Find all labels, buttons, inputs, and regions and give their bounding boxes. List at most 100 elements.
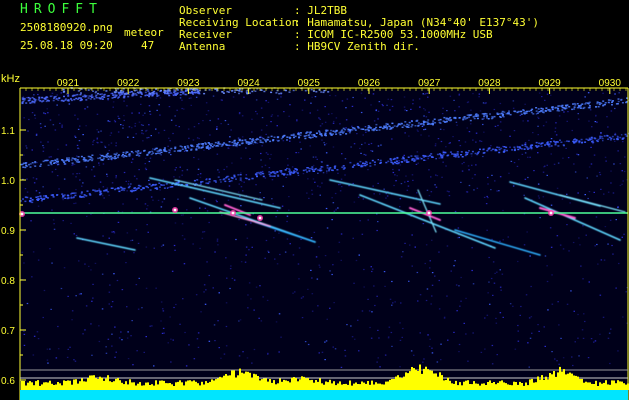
noise-dot [256,142,259,144]
noise-dot [102,163,105,165]
ridge-dot [514,148,516,150]
meter-bar [585,381,587,390]
ridge-dot [348,131,351,134]
ridge-dot [406,126,409,128]
ridge-dot [210,145,212,147]
noise-dot [193,126,196,128]
noise-dot [493,282,496,284]
meter-bar [557,372,559,390]
noise-dot [304,99,306,101]
noise-dot [438,251,440,253]
noise-dot [325,143,328,145]
noise-dot [144,112,146,114]
noise-dot [24,230,26,232]
noise-dot [448,195,451,197]
noise-dot [621,170,623,172]
ridge-dot [47,164,50,166]
noise-dot [199,247,201,249]
ridge-dot [373,128,376,130]
ridge-dot [135,94,138,96]
noise-dot [518,182,521,184]
noise-dot [131,211,133,213]
ridge-dot [588,105,591,107]
noise-dot [468,169,470,171]
ridge-dot [537,108,540,110]
noise-dot [587,92,590,94]
meter-bar [301,376,303,390]
ridge-dot [104,155,107,158]
meter-cyan-base [20,390,628,400]
noise-dot [599,294,602,296]
ridge-dot [544,144,546,146]
ridge-dot [583,106,586,109]
noise-dot [594,340,597,342]
noise-dot [585,234,587,236]
ridge-dot [299,134,302,136]
noise-dot [312,156,315,158]
meter-bar [271,382,273,390]
ridge-dot [122,153,124,156]
noise-dot [297,174,300,176]
meter-bar [511,385,513,390]
noise-dot [446,245,449,247]
ridge-dot [460,154,463,156]
meter-bar [481,383,483,390]
noise-dot [385,197,387,199]
meter-bar [97,379,99,390]
noise-dot [434,145,437,147]
ridge-dot [402,156,405,158]
ridge-dot [420,157,423,160]
noise-dot [245,147,247,149]
meter-bar [613,380,615,390]
meter-bar [619,381,621,390]
noise-dot [158,132,160,134]
ridge-dot [73,98,76,101]
ridge-dot [439,154,442,156]
noise-dot [208,221,210,224]
meter-bar [149,385,151,390]
ridge-dot [24,200,27,203]
noise-dot [458,351,460,353]
noise-dot [421,125,424,127]
noise-dot [523,244,526,246]
meter-bar [197,383,199,390]
noise-dot [453,331,455,333]
meter-bar [357,384,359,390]
noise-dot [610,170,612,172]
ridge-dot [262,175,265,178]
noise-dot [23,117,25,119]
ridge-dot [80,192,83,195]
noise-dot [181,170,184,172]
meter-bar [477,383,479,390]
ridge-dot [125,152,127,155]
noise-dot [362,198,365,200]
meter-bar [259,380,261,390]
noise-dot [508,172,510,174]
noise-dot [130,335,132,337]
noise-dot [88,203,91,205]
meter-bar [131,382,133,390]
noise-dot [306,192,308,194]
noise-dot [600,133,602,135]
meter-bar [203,384,205,390]
noise-dot [577,154,580,156]
ridge-dot [440,157,443,159]
noise-dot [400,256,403,258]
noise-dot [574,341,576,343]
meter-bar [257,376,259,390]
noise-dot [431,239,433,241]
meter-bar [125,381,127,390]
noise-dot [27,130,29,132]
noise-dot [193,156,195,159]
noise-dot [133,175,136,177]
ridge-dot [234,144,237,147]
noise-dot [384,285,386,287]
noise-dot [365,131,367,133]
ridge-dot [223,142,225,144]
noise-dot [427,158,429,160]
noise-dot [51,92,54,94]
ridge-dot [604,102,607,104]
meter-bar [363,382,365,390]
noise-dot [459,305,461,307]
noise-dot [42,150,45,152]
